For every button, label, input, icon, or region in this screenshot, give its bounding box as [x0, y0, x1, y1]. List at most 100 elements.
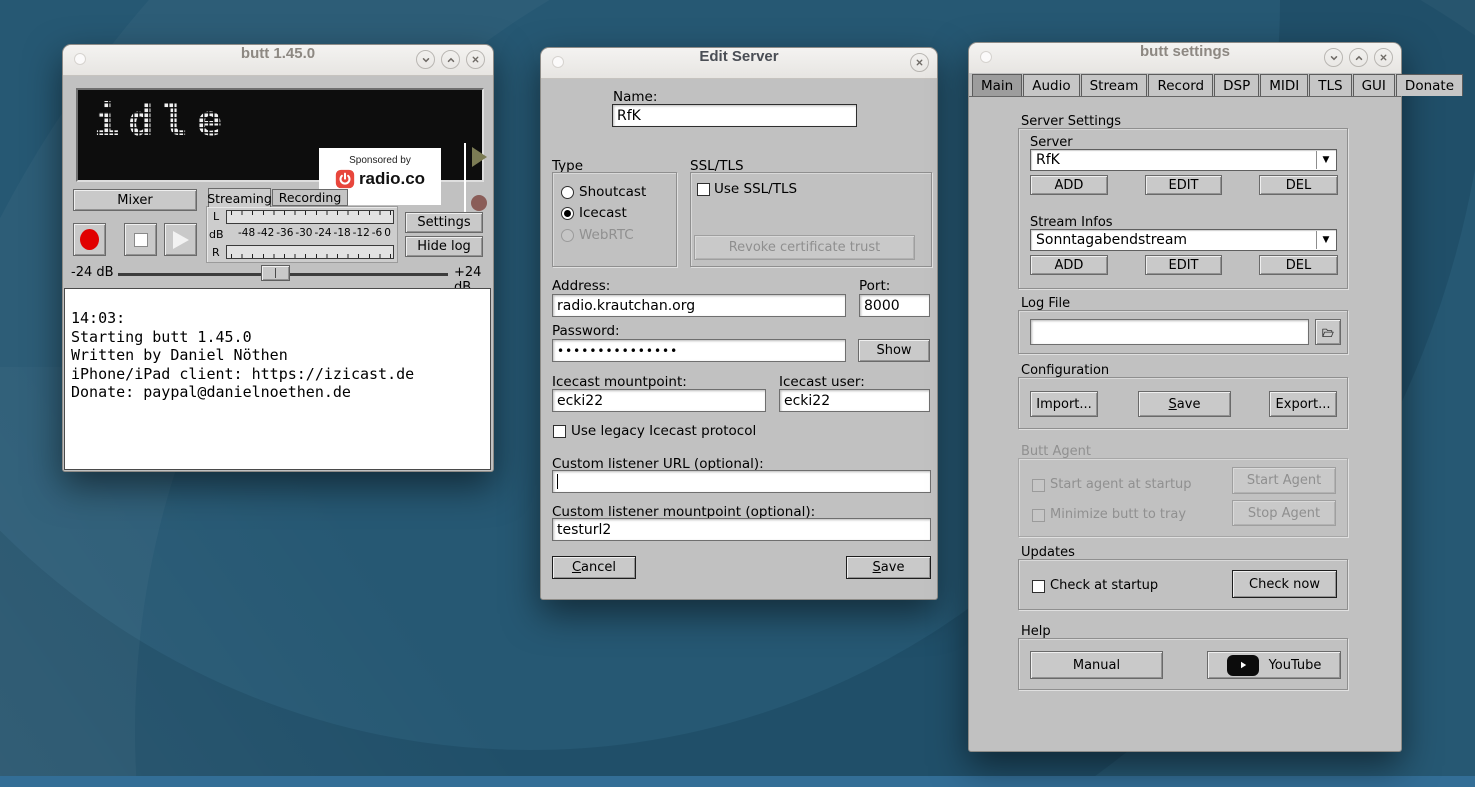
tab-record[interactable]: Record [1148, 74, 1213, 96]
main-titlebar[interactable]: butt 1.45.0 [63, 45, 493, 76]
name-field[interactable]: RfK [612, 104, 857, 127]
edit-server-titlebar[interactable]: Edit Server [541, 48, 937, 79]
text-caret [557, 474, 558, 489]
gain-min-label: -24 dB [71, 265, 114, 280]
import-button[interactable]: Import... [1030, 391, 1098, 417]
meter-tick-label: 0 [384, 227, 391, 239]
server-edit-button[interactable]: EDIT [1145, 175, 1222, 195]
type-group: Shoutcast Icecast WebRTC [552, 172, 677, 267]
cancel-button[interactable]: Cancel [552, 556, 636, 579]
log-file-field[interactable] [1030, 319, 1309, 345]
youtube-button[interactable]: YouTube [1207, 651, 1341, 679]
check-at-startup-checkbox[interactable] [1032, 580, 1045, 593]
save-button-label: ave [881, 560, 905, 575]
mixer-button[interactable]: Mixer [73, 189, 197, 211]
server-del-button[interactable]: DEL [1259, 175, 1338, 195]
radio-co-logo-icon [335, 169, 355, 189]
port-label: Port: [859, 278, 890, 294]
radio-shoutcast[interactable] [561, 186, 574, 199]
tab-gui[interactable]: GUI [1353, 74, 1395, 96]
custom-mountpoint-field[interactable]: testurl2 [552, 518, 931, 541]
tab-streaming[interactable]: Streaming [208, 188, 271, 207]
radio-webrtc-label: WebRTC [579, 227, 634, 243]
settings-titlebar[interactable]: butt settings [969, 43, 1401, 74]
close-button[interactable] [1374, 48, 1393, 67]
play-indicator-icon [472, 147, 487, 167]
server-add-button[interactable]: ADD [1030, 175, 1108, 195]
meter-tick-label: -24 [314, 227, 331, 239]
server-settings-label: Server Settings [1021, 114, 1121, 129]
youtube-icon [1227, 655, 1259, 676]
butt-settings-window: butt settings Main Audio Stream Record D… [968, 42, 1402, 752]
record-button[interactable] [73, 223, 106, 256]
radio-icecast-label: Icecast [579, 205, 627, 221]
stop-button[interactable] [124, 223, 157, 256]
close-button[interactable] [910, 53, 929, 72]
tab-dsp[interactable]: DSP [1214, 74, 1259, 96]
tab-stream[interactable]: Stream [1081, 74, 1148, 96]
stream-infos-dropdown[interactable]: Sonntagabendstream ▼ [1030, 229, 1337, 251]
tab-donate[interactable]: Donate [1396, 74, 1463, 96]
settings-tab-bar: Main Audio Stream Record DSP MIDI TLS GU… [969, 73, 1401, 97]
show-password-button[interactable]: Show [858, 339, 930, 362]
meter-scale: -48 -42 -36 -30 -24 -18 -12 -6 0 [226, 227, 394, 239]
check-now-button[interactable]: Check now [1232, 570, 1337, 598]
manual-button[interactable]: Manual [1030, 651, 1163, 679]
meter-tick-label: -12 [353, 227, 370, 239]
use-ssl-checkbox[interactable] [697, 183, 710, 196]
log-file-label: Log File [1021, 296, 1070, 311]
maximize-button[interactable] [441, 50, 460, 69]
stream-del-button[interactable]: DEL [1259, 255, 1338, 275]
close-icon [471, 55, 480, 64]
configuration-group: Import... Save Export... [1018, 377, 1348, 429]
hide-log-button[interactable]: Hide log [405, 236, 483, 257]
config-save-button[interactable]: Save [1138, 391, 1231, 417]
name-label: Name: [613, 89, 657, 105]
server-dropdown-value: RfK [1036, 152, 1060, 168]
play-icon [173, 231, 189, 249]
icecast-user-label: Icecast user: [779, 374, 865, 390]
minimize-button[interactable] [1324, 48, 1343, 67]
play-button[interactable] [164, 223, 197, 256]
start-agent-checkbox-label: Start agent at startup [1050, 477, 1192, 492]
taskbar-strip [0, 776, 1475, 787]
meter-tick-label: -18 [334, 227, 351, 239]
maximize-button[interactable] [1349, 48, 1368, 67]
log-output[interactable]: 14:03: Starting butt 1.45.0 Written by D… [64, 288, 491, 470]
custom-url-field[interactable] [552, 470, 931, 493]
log-file-browse-button[interactable] [1315, 319, 1341, 345]
gain-slider-handle[interactable] [261, 265, 290, 281]
status-display: idle Sponsored by radio.co [76, 88, 484, 182]
stop-agent-button: Stop Agent [1232, 500, 1336, 526]
tab-recording[interactable]: Recording [272, 189, 348, 206]
config-save-label: ave [1177, 397, 1201, 412]
stream-add-button[interactable]: ADD [1030, 255, 1108, 275]
revoke-certificate-button: Revoke certificate trust [694, 235, 915, 260]
tab-audio[interactable]: Audio [1023, 74, 1079, 96]
dropdown-arrow-icon[interactable]: ▼ [1316, 231, 1335, 249]
server-dropdown[interactable]: RfK ▼ [1030, 149, 1337, 171]
tab-midi[interactable]: MIDI [1260, 74, 1308, 96]
mountpoint-field[interactable]: ecki22 [552, 389, 766, 412]
tab-tls[interactable]: TLS [1309, 74, 1351, 96]
port-field[interactable]: 8000 [859, 294, 930, 317]
chevron-down-icon [421, 55, 431, 65]
minimize-tray-checkbox-label: Minimize butt to tray [1050, 507, 1186, 522]
legacy-protocol-checkbox[interactable] [553, 425, 566, 438]
close-icon [915, 58, 924, 67]
tab-main[interactable]: Main [972, 74, 1022, 96]
minimize-button[interactable] [416, 50, 435, 69]
save-button[interactable]: Save [846, 556, 931, 579]
settings-button[interactable]: Settings [405, 212, 483, 233]
address-field[interactable]: radio.krautchan.org [552, 294, 846, 317]
stream-edit-button[interactable]: EDIT [1145, 255, 1222, 275]
chevron-down-icon [1329, 53, 1339, 63]
dropdown-arrow-icon[interactable]: ▼ [1316, 151, 1335, 169]
export-button[interactable]: Export... [1269, 391, 1337, 417]
butt-main-window: butt 1.45.0 idle Sponsored by radio.co M… [62, 44, 494, 472]
close-button[interactable] [466, 50, 485, 69]
icecast-user-field[interactable]: ecki22 [779, 389, 930, 412]
sponsor-label: Sponsored by [349, 155, 411, 166]
radio-icecast[interactable] [561, 207, 574, 220]
password-field[interactable]: ••••••••••••••• [552, 339, 846, 362]
